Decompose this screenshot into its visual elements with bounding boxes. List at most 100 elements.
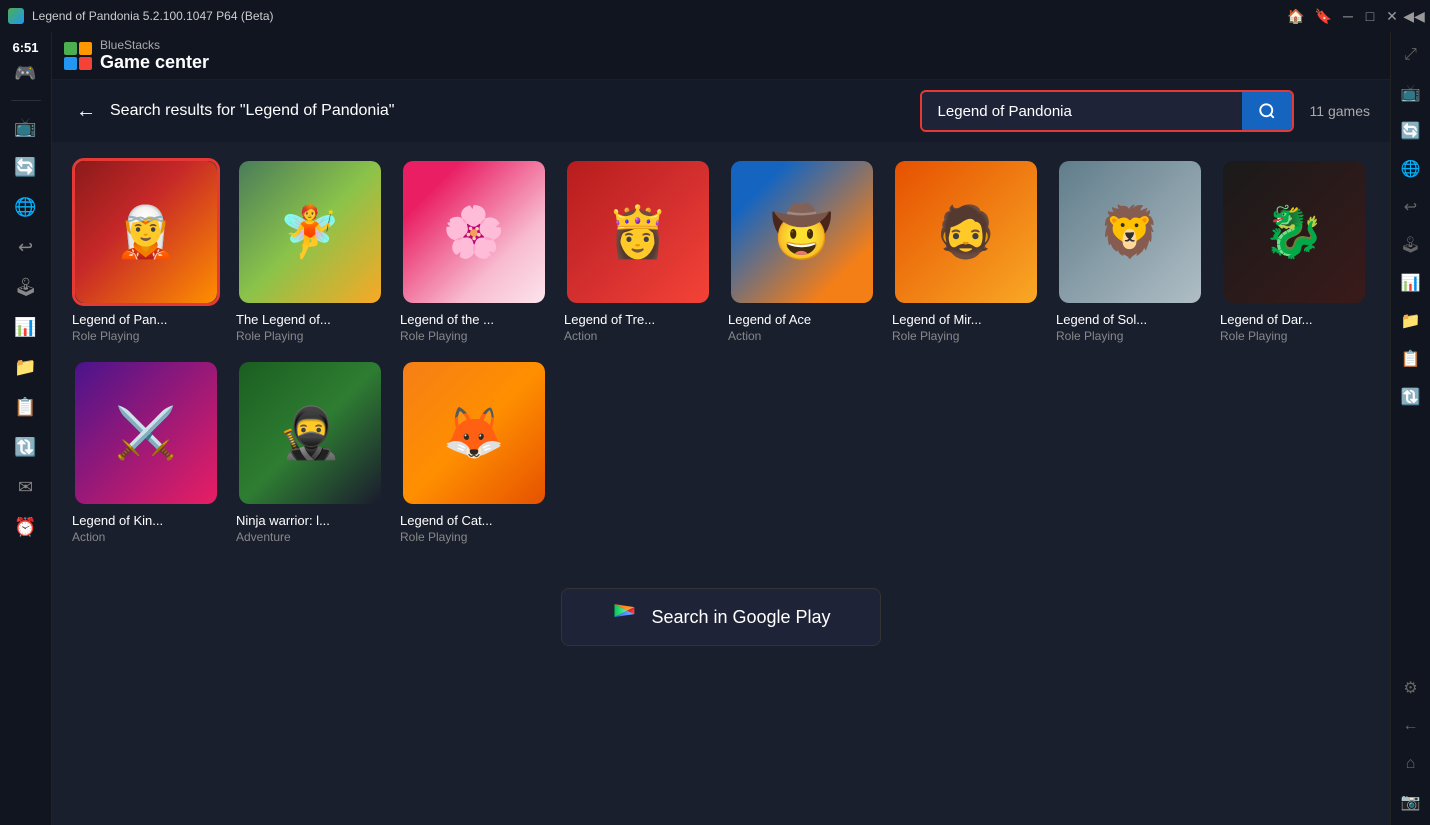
sidebar-icon-tv[interactable]: 📺 [8,109,44,145]
close-button[interactable]: ✕ [1384,8,1400,24]
right-icon-camera[interactable]: 📷 [1396,787,1426,817]
search-results-label: Search results for "Legend of Pandonia" [110,102,394,120]
game-thumb-inner-9: ⚔️ [75,362,217,504]
game-genre-10: Adventure [236,530,384,544]
game-thumb-inner-4: 👸 [567,161,709,303]
bluestacks-logo [64,42,92,70]
game-genre-6: Role Playing [892,329,1040,343]
google-play-search-button[interactable]: Search in Google Play [561,588,881,646]
sidebar-icon-mail[interactable]: ✉ [8,469,44,505]
right-icon-globe[interactable]: 🌐 [1396,154,1426,184]
maximize-button[interactable]: □ [1362,8,1378,24]
right-icon-joystick[interactable]: 🕹 [1396,230,1426,260]
gamepad-icon: 🎮 [14,63,36,84]
game-card-6[interactable]: 🧔 Legend of Mir... Role Playing [892,158,1040,343]
right-icon-chart[interactable]: 📊 [1396,268,1426,298]
window-controls: ─ □ ✕ ◀◀ [1340,8,1422,24]
game-genre-1: Role Playing [72,329,220,343]
game-thumb-inner-5: 🤠 [731,161,873,303]
right-icon-back[interactable]: ← [1396,711,1426,741]
game-card-10[interactable]: 🥷 Ninja warrior: l... Adventure [236,359,384,544]
search-input[interactable] [922,93,1242,130]
minimize-button[interactable]: ─ [1340,8,1356,24]
main-content-area: BlueStacks Game center ← Search results … [52,32,1390,825]
right-icon-sync[interactable]: 🔃 [1396,382,1426,412]
sidebar-icon-copy[interactable]: 📋 [8,389,44,425]
logo-cell-red [79,57,92,70]
game-thumb-inner-10: 🥷 [239,362,381,504]
game-thumb-2: 🧚 [236,158,384,306]
games-section: 🧝Legend of Pan...Role Playing🧚The Legend… [52,142,1390,825]
sidebar-divider-1 [11,100,41,101]
game-name-6: Legend of Mir... [892,312,1040,327]
right-icon-expand[interactable]: ⤢ [1396,40,1426,70]
brand-section: BlueStacks Game center [100,38,209,73]
logo-cell-orange [79,42,92,55]
right-icon-settings[interactable]: ⚙ [1396,673,1426,703]
game-thumb-10: 🥷 [236,359,384,507]
app-body: 6:51 🎮 📺 🔄 🌐 ↩ 🕹 📊 📁 📋 🔃 ✉ ⏰ BlueStacks … [0,32,1430,825]
sidebar-icon-sync[interactable]: 🔃 [8,429,44,465]
sidebar-icon-refresh2[interactable]: ↩ [8,229,44,265]
search-results-section: ← Search results for "Legend of Pandonia… [72,96,394,127]
right-icon-home[interactable]: ⌂ [1396,749,1426,779]
play-store-icon [611,603,639,631]
right-sidebar: ⤢ 📺 🔄 🌐 ↩ 🕹 📊 📁 📋 🔃 ⚙ ← ⌂ 📷 [1390,32,1430,825]
sidebar-icon-chart[interactable]: 📊 [8,309,44,345]
game-thumb-inner-7: 🦁 [1059,161,1201,303]
game-card-3[interactable]: 🌸 Legend of the ... Role Playing [400,158,548,343]
right-icon-tv[interactable]: 📺 [1396,78,1426,108]
app-logo [8,8,24,24]
sidebar-icon-refresh[interactable]: 🔄 [8,149,44,185]
game-thumb-11: 🦊 [400,359,548,507]
sidebar-icon-globe[interactable]: 🌐 [8,189,44,225]
game-name-1: Legend of Pan... [72,312,220,327]
game-thumb-inner-8: 🐉 [1223,161,1365,303]
game-card-1[interactable]: 🧝 Legend of Pan... Role Playing [72,158,220,343]
bookmark-icon[interactable]: 🔖 [1315,8,1332,25]
game-name-5: Legend of Ace [728,312,876,327]
back-button[interactable]: ◀◀ [1406,8,1422,24]
search-button[interactable] [1242,92,1292,130]
game-name-3: Legend of the ... [400,312,548,327]
game-name-8: Legend of Dar... [1220,312,1368,327]
game-genre-4: Action [564,329,712,343]
games-count: 11 games [1310,103,1370,119]
game-name-10: Ninja warrior: l... [236,513,384,528]
game-thumb-4: 👸 [564,158,712,306]
app-header: BlueStacks Game center [52,32,1390,80]
game-genre-8: Role Playing [1220,329,1368,343]
game-card-8[interactable]: 🐉 Legend of Dar... Role Playing [1220,158,1368,343]
game-thumb-7: 🦁 [1056,158,1204,306]
games-grid: 🧝Legend of Pan...Role Playing🧚The Legend… [72,158,1370,544]
right-icon-refresh[interactable]: 🔄 [1396,116,1426,146]
sidebar-icon-joystick[interactable]: 🕹 [8,269,44,305]
game-thumb-8: 🐉 [1220,158,1368,306]
home-icon[interactable]: 🏠 [1287,8,1304,25]
game-genre-2: Role Playing [236,329,384,343]
right-icon-folder[interactable]: 📁 [1396,306,1426,336]
game-card-2[interactable]: 🧚The Legend of...Role Playing [236,158,384,343]
game-card-4[interactable]: 👸Legend of Tre...Action [564,158,712,343]
game-card-9[interactable]: ⚔️Legend of Kin...Action [72,359,220,544]
game-thumb-3: 🌸 [400,158,548,306]
sidebar-icon-folder[interactable]: 📁 [8,349,44,385]
right-icon-copy[interactable]: 📋 [1396,344,1426,374]
game-thumb-inner-6: 🧔 [895,161,1037,303]
brand-name: BlueStacks [100,38,209,52]
game-genre-11: Role Playing [400,530,548,544]
back-navigation-button[interactable]: ← [72,96,100,127]
game-genre-7: Role Playing [1056,329,1204,343]
right-icon-refresh2[interactable]: ↩ [1396,192,1426,222]
game-genre-3: Role Playing [400,329,548,343]
game-thumb-1: 🧝 [72,158,220,306]
top-bar: ← Search results for "Legend of Pandonia… [52,80,1390,142]
sidebar-icon-clock[interactable]: ⏰ [8,509,44,545]
game-card-7[interactable]: 🦁 Legend of Sol... Role Playing [1056,158,1204,343]
search-box[interactable] [920,90,1294,132]
game-card-5[interactable]: 🤠Legend of AceAction [728,158,876,343]
game-name-7: Legend of Sol... [1056,312,1204,327]
game-thumb-6: 🧔 [892,158,1040,306]
game-card-11[interactable]: 🦊Legend of Cat...Role Playing [400,359,548,544]
game-thumb-inner-2: 🧚 [239,161,381,303]
